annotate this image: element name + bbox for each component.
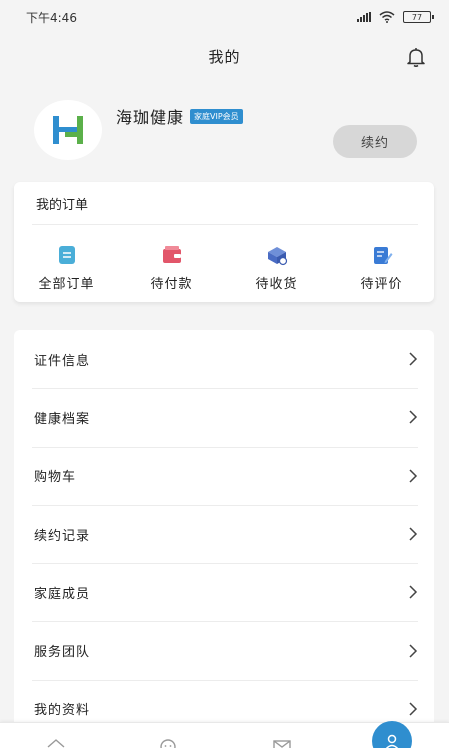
order-item-all[interactable]: 全部订单 — [14, 244, 119, 292]
bell-icon[interactable] — [405, 46, 427, 68]
menu-item-health-records[interactable]: 健康档案 — [14, 388, 434, 446]
order-item-pending-receipt[interactable]: 待收货 — [224, 244, 329, 292]
page-header: 我的 — [0, 34, 449, 78]
brand-logo-icon — [53, 116, 83, 144]
menu-item-label: 我的资料 — [34, 703, 91, 719]
home-icon[interactable] — [46, 737, 66, 748]
all-orders-icon — [58, 246, 75, 264]
chevron-right-icon — [409, 527, 418, 541]
menu-card: 证件信息 健康档案 购物车 续约记录 家庭成员 服务团队 我的资料 — [14, 330, 434, 748]
menu-item-label: 续约记录 — [34, 528, 91, 544]
chevron-right-icon — [409, 352, 418, 366]
status-bar: 下午4:46 77 — [0, 0, 449, 34]
chevron-right-icon — [409, 644, 418, 658]
order-label-pending-review: 待评价 — [360, 277, 403, 292]
profile-name-row: 海珈健康 家庭VIP会员 — [116, 104, 243, 128]
user-icon — [385, 734, 399, 748]
orders-title[interactable]: 我的订单 — [36, 194, 88, 213]
menu-item-label: 健康档案 — [34, 411, 91, 427]
menu-item-service-team[interactable]: 服务团队 — [14, 621, 434, 679]
renew-button[interactable]: 续约 — [333, 125, 417, 158]
menu-item-id-info[interactable]: 证件信息 — [14, 330, 434, 388]
chevron-right-icon — [409, 410, 418, 424]
divider — [32, 224, 418, 225]
order-label-pending-payment: 待付款 — [150, 277, 193, 292]
user-name: 海珈健康 — [116, 108, 185, 127]
wallet-icon — [162, 246, 181, 263]
menu-item-label: 家庭成员 — [34, 586, 91, 602]
order-label-pending-receipt: 待收货 — [255, 277, 298, 292]
status-time: 下午4:46 — [26, 10, 77, 25]
menu-item-label: 购物车 — [34, 470, 77, 486]
review-icon — [373, 247, 392, 264]
avatar[interactable] — [34, 100, 102, 160]
service-icon[interactable] — [158, 737, 178, 748]
order-item-pending-payment[interactable]: 待付款 — [119, 244, 224, 292]
status-icons: 77 — [357, 11, 434, 23]
order-items: 全部订单 待付款 待收货 待评价 — [14, 244, 434, 292]
profile-section: 海珈健康 家庭VIP会员 续约 — [0, 100, 449, 175]
battery-icon: 77 — [403, 11, 434, 23]
order-item-pending-review[interactable]: 待评价 — [329, 244, 434, 292]
message-icon[interactable] — [272, 737, 292, 748]
menu-item-cart[interactable]: 购物车 — [14, 446, 434, 505]
chevron-right-icon — [409, 702, 418, 716]
menu-item-label: 证件信息 — [34, 353, 91, 369]
chevron-right-icon — [409, 585, 418, 599]
menu-item-renewal-records[interactable]: 续约记录 — [14, 504, 434, 563]
order-label-all: 全部订单 — [38, 277, 95, 292]
page-title: 我的 — [208, 47, 241, 66]
menu-item-family-members[interactable]: 家庭成员 — [14, 563, 434, 621]
menu-item-label: 服务团队 — [34, 645, 91, 661]
delivery-icon — [267, 247, 287, 266]
signal-icon — [357, 12, 371, 22]
wifi-icon — [379, 11, 395, 23]
chevron-right-icon — [409, 469, 418, 483]
orders-card: 我的订单 全部订单 待付款 待收货 待评价 — [14, 182, 434, 302]
vip-badge: 家庭VIP会员 — [190, 108, 243, 124]
